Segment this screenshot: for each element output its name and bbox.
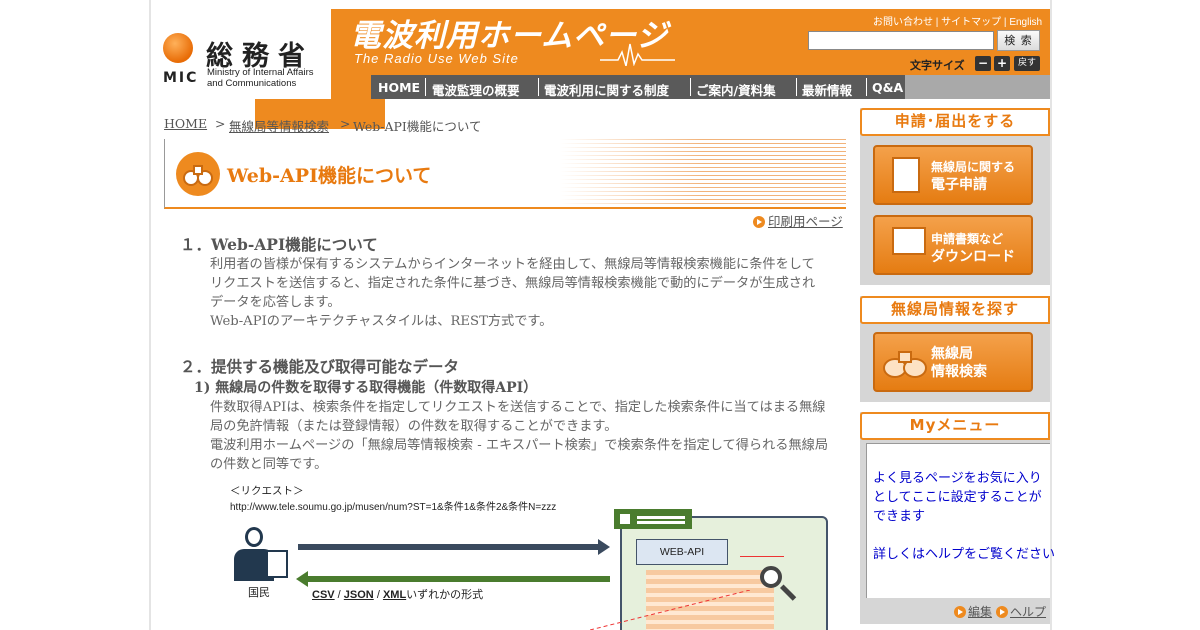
nav-separator [796, 78, 797, 96]
webapi-label: WEB-API [636, 539, 728, 565]
format-suffix: いずれかの形式 [406, 589, 484, 601]
format-json: JSON [343, 589, 374, 601]
nav-separator [538, 78, 539, 96]
request-arrow [298, 544, 600, 550]
logo-english[interactable]: Ministry of Internal Affairs and Communi… [207, 67, 313, 89]
section1-line: Web-APIのアーキテクチャスタイルは、REST方式です。 [210, 314, 553, 329]
nav-overview[interactable]: 電波監理の概要 [432, 80, 520, 99]
logo-en-line2: and Communications [207, 78, 297, 89]
e-application-button[interactable]: 無線局に関する 電子申請 [873, 145, 1033, 205]
server-tab-line [637, 521, 685, 524]
document-stack-icon [892, 157, 920, 193]
response-format-label: CSV / JSON / XMLいずれかの形式 [312, 589, 484, 601]
global-nav-tail [905, 75, 1050, 99]
contact-link[interactable]: お問い合わせ [873, 17, 933, 28]
response-arrow [308, 576, 610, 582]
mymenu-text: としてここに設定することが [873, 490, 1042, 505]
mic-logo-icon[interactable] [163, 33, 193, 63]
request-label: ＜リクエスト＞ [230, 485, 304, 497]
breadcrumb-current: Web-API機能について [353, 119, 482, 134]
section2-line: 電波利用ホームページの「無線局等情報検索 - エキスパート検索」で検索条件を指定… [210, 438, 829, 453]
nav-news[interactable]: 最新情報 [802, 80, 852, 99]
section1-line: リクエストを送信すると、指定された条件に基づき、無線局等情報検索機能で動的にデー… [210, 276, 816, 291]
section1-heading: １．Web-API機能について [180, 235, 378, 254]
citizen-label: 国民 [248, 587, 270, 599]
arrow-right-icon [996, 606, 1008, 618]
section2-line: の件数と同等です。 [210, 457, 328, 472]
format-csv: CSV [312, 589, 335, 601]
breadcrumb-home[interactable]: HOME [164, 116, 207, 131]
search-heading: 無線局情報を探す [860, 296, 1050, 324]
e-application-line2: 電子申請 [931, 177, 987, 193]
breadcrumb-search[interactable]: 無線局等情報検索 [229, 116, 329, 135]
section2-line: 局の免許情報（または登録情報）の件数を取得することができます。 [210, 419, 618, 434]
document-icon [266, 550, 288, 578]
section2-subheading: 1) 無線局の件数を取得する取得機能（件数取得API） [194, 380, 538, 396]
logo-abbr[interactable]: MIC [163, 70, 198, 86]
section1-line: データを応答します。 [210, 295, 341, 310]
download-line2: ダウンロード [931, 249, 1015, 265]
download-line1: 申請書類など [931, 232, 1004, 246]
station-search-button[interactable]: 無線局 情報検索 [873, 332, 1033, 392]
arrow-right-icon [954, 606, 966, 618]
mymenu-heading: Myメニュー [860, 412, 1050, 440]
request-arrow-head [598, 539, 610, 555]
mymenu-help-text: 詳しくはヘルプをご覧ください [873, 547, 1056, 562]
section2-line: 件数取得APIは、検索条件を指定してリクエストを送信することで、指定した検索条件… [210, 400, 826, 415]
arrow-right-icon [753, 216, 765, 228]
top-links: お問い合わせ | サイトマップ | English [873, 17, 1043, 28]
search-button[interactable]: 検 索 [997, 30, 1040, 51]
server-tab-line [637, 516, 685, 519]
nav-system[interactable]: 電波利用に関する制度 [544, 80, 669, 99]
title-stripes [560, 139, 846, 207]
nav-separator [425, 78, 426, 96]
print-page-link[interactable]: 印刷用ページ [753, 211, 843, 230]
font-reset-button[interactable]: 戻す [1014, 56, 1040, 71]
format-xml: XML [382, 589, 407, 601]
apply-heading: 申請･届出をする [860, 108, 1050, 136]
station-search-line1: 無線局 [931, 346, 973, 362]
site-subtitle: The Radio Use Web Site [354, 51, 519, 66]
font-increase-button[interactable]: + [994, 56, 1010, 71]
binoculars-icon [176, 152, 220, 196]
magnifier-icon [760, 566, 782, 588]
logo-en-line1: Ministry of Internal Affairs [207, 67, 314, 78]
citizen-head-icon [245, 527, 263, 547]
section2-heading: ２．提供する機能及び取得可能なデータ [180, 357, 460, 376]
mymenu-text: できます [873, 509, 926, 524]
mymenu-text: よく見るページをお気に入り [873, 471, 1042, 486]
dashed-pointer-line [590, 590, 750, 630]
english-link[interactable]: English [1009, 17, 1042, 28]
radio-wave-icon [600, 43, 675, 66]
font-decrease-button[interactable]: − [975, 56, 991, 71]
server-tab-square [620, 514, 630, 524]
nav-home[interactable]: HOME [378, 80, 420, 95]
page-right-border [1050, 0, 1052, 630]
nav-separator [866, 78, 867, 96]
breadcrumb-separator: > [215, 116, 226, 131]
highlight-line [740, 556, 784, 557]
edit-link[interactable]: 編集 [954, 603, 992, 620]
binoculars-icon [883, 351, 927, 378]
request-url: http://www.tele.soumu.go.jp/musen/num?ST… [230, 502, 557, 513]
section1-line: 利用者の皆様が保有するシステムからインターネットを経由して、無線局等情報検索機能… [210, 257, 815, 272]
e-application-line1: 無線局に関する [931, 160, 1016, 174]
download-button[interactable]: 申請書類など ダウンロード [873, 215, 1033, 275]
response-arrow-head [296, 571, 308, 587]
font-size-label: 文字サイズ [910, 59, 965, 72]
sitemap-link[interactable]: サイトマップ [941, 17, 1001, 28]
breadcrumb-separator: > [340, 116, 351, 131]
search-input[interactable] [808, 31, 994, 50]
nav-guide[interactable]: ご案内/資料集 [696, 80, 776, 99]
page-title: Web-API機能について [227, 165, 432, 187]
nav-qa[interactable]: Q&A [872, 80, 903, 95]
help-link[interactable]: ヘルプ [996, 603, 1046, 620]
nav-separator [690, 78, 691, 96]
station-search-line2: 情報検索 [931, 364, 987, 380]
laptop-icon [892, 227, 926, 255]
